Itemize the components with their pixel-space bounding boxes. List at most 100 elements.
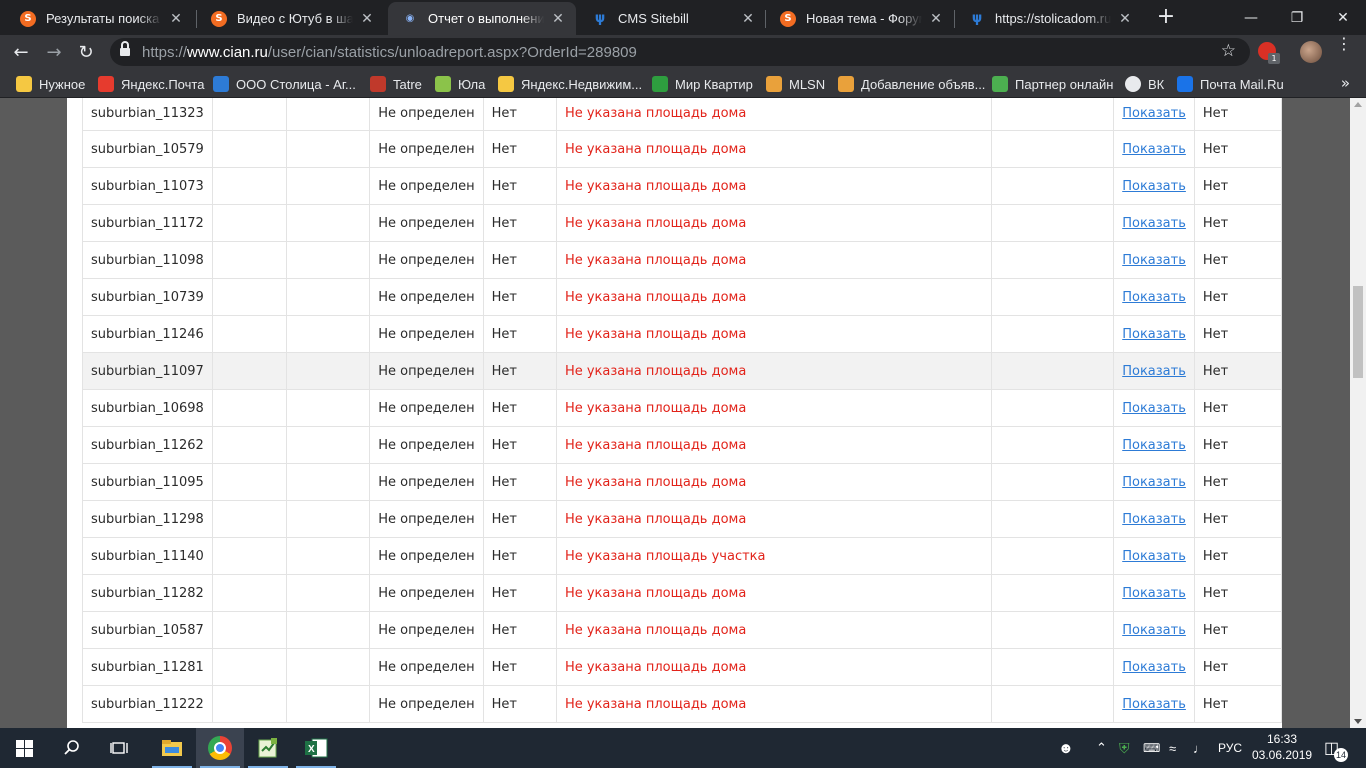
task-view-button[interactable]	[96, 728, 144, 768]
forward-button[interactable]: →	[41, 39, 67, 65]
cian-logo-icon: ψ	[971, 11, 983, 26]
bookmark-item[interactable]: Партнер онлайн	[992, 75, 1113, 93]
empty-cell	[991, 426, 1115, 464]
show-link[interactable]: Показать	[1122, 623, 1186, 638]
bookmark-item[interactable]: Юла	[435, 75, 485, 93]
show-link[interactable]: Показать	[1122, 475, 1186, 490]
back-button[interactable]: ←	[8, 39, 34, 65]
show-link[interactable]: Показать	[1122, 179, 1186, 194]
bookmark-item[interactable]: Мир Квартир	[652, 75, 753, 93]
empty-cell	[991, 204, 1115, 242]
browser-tab[interactable]: S Результаты поиска по ✕	[6, 2, 194, 35]
tab-close-icon[interactable]: ✕	[928, 11, 944, 27]
minimize-button[interactable]: —	[1228, 0, 1274, 35]
browser-tab[interactable]: ◉ Отчет о выполнении з ✕	[388, 2, 576, 35]
report-container: suburbian_11323 Не определен Нет Не указана…	[67, 98, 1283, 728]
show-link[interactable]: Показать	[1122, 106, 1186, 121]
tab-close-icon[interactable]: ✕	[168, 11, 184, 27]
svg-text:X: X	[308, 744, 315, 755]
show-link[interactable]: Показать	[1122, 290, 1186, 305]
tab-close-icon[interactable]: ✕	[359, 11, 375, 27]
browser-tab[interactable]: S Новая тема - Форум р ✕	[766, 2, 954, 35]
bookmark-item[interactable]: MLSN	[766, 75, 825, 93]
vertical-scrollbar[interactable]	[1350, 98, 1366, 728]
empty-cell	[285, 204, 371, 242]
object-id-cell: suburbian_11298	[82, 500, 213, 538]
network-tray-icon[interactable]: ≈	[1169, 728, 1176, 768]
address-bar[interactable]: https://www.cian.ru/user/cian/statistics…	[110, 38, 1250, 66]
tab-close-icon[interactable]: ✕	[1117, 11, 1133, 27]
empty-cell	[211, 315, 287, 353]
tab-close-icon[interactable]: ✕	[550, 11, 566, 27]
bookmark-label: Нужное	[39, 76, 86, 92]
show-link[interactable]: Показать	[1122, 142, 1186, 157]
s-logo-icon: S	[780, 10, 796, 27]
tab-close-icon[interactable]: ✕	[740, 11, 756, 27]
object-id-cell: suburbian_10698	[82, 389, 213, 427]
people-button[interactable]: ☻	[1058, 728, 1074, 768]
browser-tab[interactable]: S Видео с Ютуб в шабло ✕	[197, 2, 385, 35]
status-cell: Нет	[1193, 241, 1283, 279]
empty-cell	[211, 167, 287, 205]
bookmark-star-icon[interactable]: ☆	[1221, 41, 1236, 61]
notepad-taskbar-button[interactable]	[244, 728, 292, 768]
table-row: suburbian_10739 Не определен Нет Не указана…	[82, 278, 1283, 316]
start-button[interactable]	[0, 728, 48, 768]
show-link-cell: Показать	[1113, 352, 1195, 390]
system-clock[interactable]: 16:33 03.06.2019	[1252, 731, 1312, 763]
bookmark-item[interactable]: Почта Mail.Ru	[1177, 75, 1284, 93]
status-cell: Нет	[1193, 426, 1283, 464]
status-cell: Нет	[1193, 204, 1283, 242]
excel-taskbar-button[interactable]: X	[292, 728, 340, 768]
show-link[interactable]: Показать	[1122, 253, 1186, 268]
mlsn-icon	[766, 76, 782, 92]
close-window-button[interactable]: ✕	[1320, 0, 1366, 35]
bookmark-item[interactable]: Нужное	[16, 75, 85, 93]
bookmark-item[interactable]: Яндекс.Почта	[98, 75, 204, 93]
scroll-up-arrow-icon[interactable]	[1354, 102, 1362, 107]
new-tab-button[interactable]: +	[1154, 6, 1178, 30]
bookmarks-more-chevron-icon[interactable]: »	[1341, 74, 1350, 92]
bookmark-item[interactable]: ООО Столица - Аг...	[213, 75, 356, 93]
minimize-icon: —	[1244, 9, 1258, 26]
show-link[interactable]: Показать	[1122, 438, 1186, 453]
volume-tray-icon[interactable]: ♩	[1193, 728, 1206, 768]
search-button[interactable]	[48, 728, 96, 768]
flag-cell: Нет	[482, 537, 557, 575]
windows-taskbar: X ☻ ⌃ ⛨ ⌨ ≈ ♩ РУС 16:33 03.06.2019 ◫ 14	[0, 728, 1366, 768]
restore-button[interactable]: ❐	[1274, 0, 1320, 35]
show-link[interactable]: Показать	[1122, 401, 1186, 416]
bookmark-item[interactable]: ВК	[1125, 75, 1164, 93]
show-link[interactable]: Показать	[1122, 327, 1186, 342]
bookmark-item[interactable]: Добавление объяв...	[838, 75, 985, 93]
bookmark-item[interactable]: Яндекс.Недвижим...	[498, 75, 642, 93]
object-id-cell: suburbian_11073	[82, 167, 213, 205]
status-cell: Нет	[1193, 537, 1283, 575]
browser-tab[interactable]: ψ CMS Sitebill ✕	[578, 2, 766, 35]
security-tray-icon[interactable]: ⛨	[1119, 728, 1130, 768]
bookmark-label: Яндекс.Недвижим...	[521, 76, 643, 92]
show-link[interactable]: Показать	[1122, 586, 1186, 601]
show-hidden-icons-button[interactable]: ⌃	[1096, 728, 1107, 768]
tab-title: CMS Sitebill	[618, 11, 689, 26]
show-link[interactable]: Показать	[1122, 364, 1186, 379]
bookmark-item[interactable]: Tatre	[370, 75, 422, 93]
show-link[interactable]: Показать	[1122, 660, 1186, 675]
file-explorer-taskbar-button[interactable]	[148, 728, 196, 768]
keyboard-tray-icon[interactable]: ⌨	[1143, 728, 1160, 768]
chrome-taskbar-button[interactable]	[196, 728, 244, 768]
empty-cell	[285, 463, 371, 501]
url-text[interactable]: https://www.cian.ru/user/cian/statistics…	[142, 44, 637, 61]
browser-menu-button[interactable]: ⋮	[1336, 36, 1352, 52]
show-link[interactable]: Показать	[1122, 512, 1186, 527]
reload-button[interactable]: ↻	[73, 39, 99, 65]
scrollbar-thumb[interactable]	[1353, 286, 1363, 378]
show-link[interactable]: Показать	[1122, 697, 1186, 712]
scroll-down-arrow-icon[interactable]	[1354, 719, 1362, 724]
show-link[interactable]: Показать	[1122, 549, 1186, 564]
show-link[interactable]: Показать	[1122, 216, 1186, 231]
profile-avatar[interactable]	[1300, 41, 1322, 63]
browser-tab[interactable]: ψ https://stolicadom.ru/ci ✕	[955, 2, 1143, 35]
error-cell: Не указана площадь дома	[555, 167, 993, 205]
input-language[interactable]: РУС	[1218, 728, 1242, 768]
